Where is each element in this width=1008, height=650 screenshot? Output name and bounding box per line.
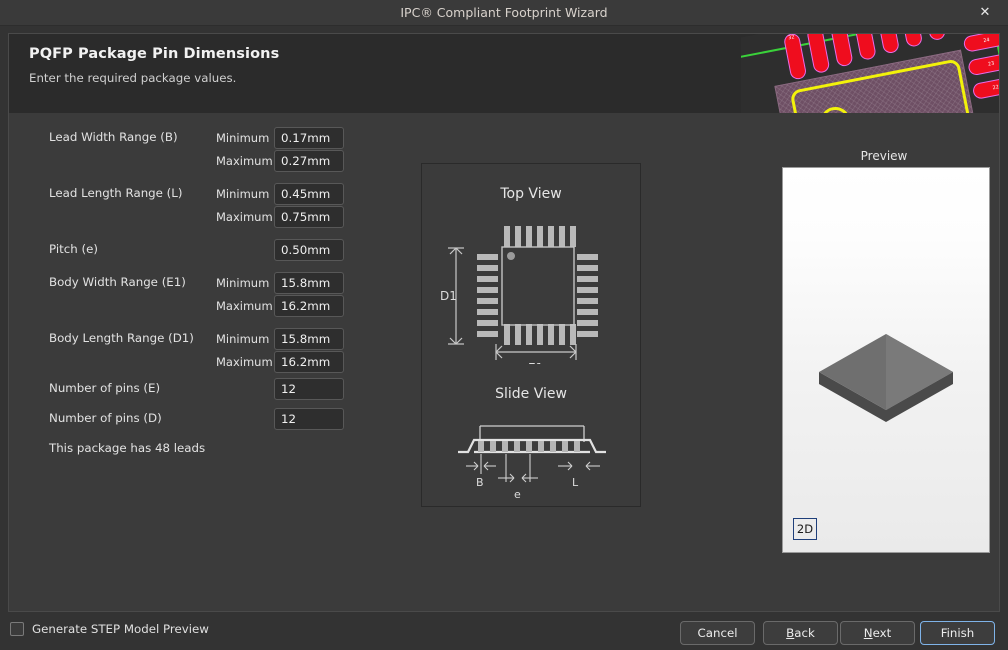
cancel-button[interactable]: Cancel [680,621,755,645]
close-icon[interactable]: ✕ [962,0,1008,25]
dim-d1-label: D1 [440,289,457,303]
next-accelerator: N [863,626,873,640]
form-row: Lead Length Range (L) Minimum 0.45mm [9,183,409,206]
next-label-rest: ext [872,626,892,640]
row-label: Lead Width Range (B) [49,130,178,144]
pins-e-input[interactable]: 12 [274,378,344,400]
page-title: PQFP Package Pin Dimensions [29,46,280,62]
page-subtitle: Enter the required package values. [29,71,237,85]
back-accelerator: B [786,626,795,640]
package-3d-model [811,286,961,436]
content-area: Lead Width Range (B) Minimum 0.17mm Maxi… [9,113,999,611]
checkbox-box[interactable] [10,622,24,636]
title-bar: IPC® Compliant Footprint Wizard ✕ [0,0,1008,26]
package-diagram: Top View Slide View D1 B e L [421,163,641,507]
body-width-max-input[interactable]: 16.2mm [274,295,344,317]
form-row: Number of pins (D) 12 [9,408,409,431]
checkbox-label: Generate STEP Model Preview [32,622,209,636]
dim-e1-label: E1 [528,361,543,364]
view-mode-2d-button[interactable]: 2D [793,518,817,540]
row-label: Number of pins (E) [49,381,161,395]
pcb-footprint-artwork: 32 31 30 29 28 27 26 25 1 2 3 24 23 22 [741,34,999,113]
dim-b-label: B [476,476,484,489]
lead-length-max-input[interactable]: 0.75mm [274,206,344,228]
row-label: Body Width Range (E1) [49,275,186,289]
row-qualifier: Minimum [216,131,270,145]
lead-width-max-input[interactable]: 0.27mm [274,150,344,172]
body-width-min-input[interactable]: 15.8mm [274,272,344,294]
form-row: Lead Width Range (B) Minimum 0.17mm [9,127,409,150]
back-button[interactable]: Back [763,621,838,645]
footer-bar: Generate STEP Model Preview Cancel Back … [0,613,1008,650]
window-title: IPC® Compliant Footprint Wizard [400,5,608,20]
row-label: Number of pins (D) [49,411,162,425]
form-row: Maximum 16.2mm [9,351,409,374]
wizard-panel: PQFP Package Pin Dimensions Enter the re… [8,33,1000,612]
form-row: Body Length Range (D1) Minimum 15.8mm [9,328,409,351]
row-qualifier: Maximum [216,154,273,168]
page-header: PQFP Package Pin Dimensions Enter the re… [9,34,999,113]
row-label: Pitch (e) [49,242,98,256]
dim-l-label: L [572,476,579,489]
row-qualifier: Maximum [216,210,273,224]
back-label-rest: ack [794,626,815,640]
generate-step-model-checkbox[interactable]: Generate STEP Model Preview [10,622,209,636]
pins-d-input[interactable]: 12 [274,408,344,430]
wizard-window: IPC® Compliant Footprint Wizard ✕ PQFP P… [0,0,1008,650]
form-row: Maximum 0.27mm [9,150,409,173]
lead-width-min-input[interactable]: 0.17mm [274,127,344,149]
form-row: Pitch (e) 0.50mm [9,239,409,262]
form-row: Number of pins (E) 12 [9,378,409,401]
preview-pane: Preview 2D [769,113,999,553]
next-button[interactable]: Next [840,621,915,645]
body-length-min-input[interactable]: 15.8mm [274,328,344,350]
row-qualifier: Minimum [216,187,270,201]
row-qualifier: Minimum [216,276,270,290]
form-row: Maximum 16.2mm [9,295,409,318]
row-qualifier: Maximum [216,355,273,369]
top-view-drawing: D1 E1 [422,164,642,375]
dim-e-label: e [514,488,521,501]
form-row: Body Width Range (E1) Minimum 15.8mm [9,272,409,295]
row-qualifier: Maximum [216,299,273,313]
lead-count-note: This package has 48 leads [49,441,206,455]
lead-length-min-input[interactable]: 0.45mm [274,183,344,205]
form-row: Maximum 0.75mm [9,206,409,229]
finish-button[interactable]: Finish [920,621,995,645]
body-length-max-input[interactable]: 16.2mm [274,351,344,373]
preview-title: Preview [860,149,908,163]
pitch-input[interactable]: 0.50mm [274,239,344,261]
slide-view-drawing: B e L [422,412,642,512]
row-label: Body Length Range (D1) [49,331,194,345]
row-qualifier: Minimum [216,332,270,346]
row-label: Lead Length Range (L) [49,186,183,200]
dimensions-form: Lead Width Range (B) Minimum 0.17mm Maxi… [9,113,409,455]
slide-view-title: Slide View [495,386,567,402]
preview-canvas[interactable]: 2D [782,167,990,553]
